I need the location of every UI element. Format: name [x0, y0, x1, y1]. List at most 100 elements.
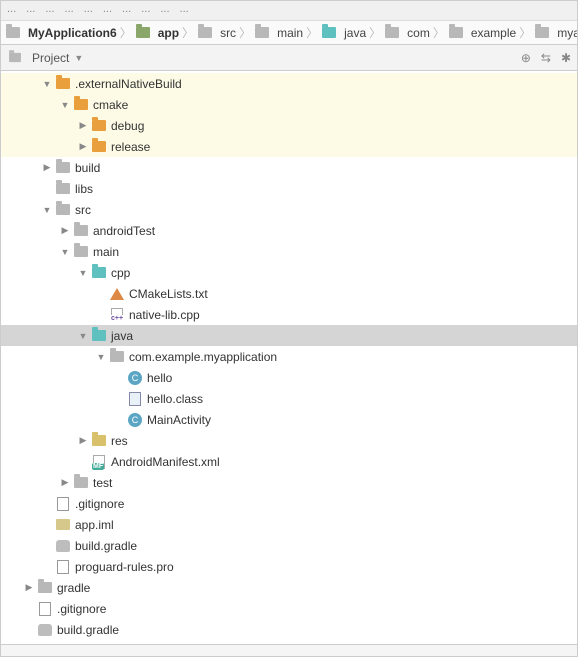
- project-view-icon: [7, 50, 23, 66]
- menu-item[interactable]: ...: [84, 3, 93, 18]
- bytecode-icon: [127, 391, 143, 407]
- tree-row[interactable]: ▶build.gradle: [1, 619, 577, 640]
- tree-row[interactable]: ▼ java: [1, 325, 577, 346]
- class-c-icon: C: [127, 412, 143, 428]
- status-bar: [1, 644, 577, 656]
- breadcrumb-label: src: [220, 26, 236, 40]
- tree-row[interactable]: ▶build.gradle: [1, 535, 577, 556]
- gradle-icon: [37, 622, 53, 638]
- tree-row[interactable]: ▶proguard-rules.pro: [1, 556, 577, 577]
- tree-row[interactable]: ▶ androidTest: [1, 220, 577, 241]
- chevron-down-icon[interactable]: ▼: [77, 267, 89, 279]
- folder-grey-icon: [73, 475, 89, 491]
- gear-icon[interactable]: ✱: [561, 51, 571, 65]
- folder-grey-icon: [109, 349, 125, 365]
- folder-grey-icon: [73, 223, 89, 239]
- chevron-right-icon[interactable]: ▶: [59, 225, 71, 237]
- tree-row[interactable]: ▼cmake: [1, 94, 577, 115]
- tree-row[interactable]: ▼ main: [1, 241, 577, 262]
- chevron-right-icon[interactable]: ▶: [59, 477, 71, 489]
- tree-row[interactable]: ▶.gitignore: [1, 598, 577, 619]
- tree-row[interactable]: ▼ .externalNativeBuild: [1, 73, 577, 94]
- menu-item[interactable]: ...: [160, 3, 169, 18]
- tree-label: app.iml: [75, 518, 114, 532]
- menu-item[interactable]: ...: [65, 3, 74, 18]
- menu-item[interactable]: ...: [45, 3, 54, 18]
- tree-row[interactable]: ▶MFAndroidManifest.xml: [1, 451, 577, 472]
- tree-row[interactable]: ▶CMainActivity: [1, 409, 577, 430]
- tree-label: .externalNativeBuild: [75, 77, 182, 91]
- tree-row[interactable]: ▶Chello: [1, 367, 577, 388]
- chevron-down-icon[interactable]: ▼: [77, 330, 89, 342]
- menu-item[interactable]: ...: [7, 3, 16, 18]
- chevron-right-icon: 〉: [433, 24, 445, 41]
- project-tree[interactable]: ▼ .externalNativeBuild ▼cmake ▶ debug ▶ releas…: [1, 71, 577, 644]
- chevron-right-icon: 〉: [369, 24, 381, 41]
- menu-item[interactable]: ...: [26, 3, 35, 18]
- tree-row[interactable]: ▶gradle: [1, 577, 577, 598]
- chevron-down-icon[interactable]: ▼: [41, 204, 53, 216]
- breadcrumb-item[interactable]: main: [254, 25, 303, 41]
- tree-row[interactable]: ▼cpp: [1, 262, 577, 283]
- menu-item[interactable]: ...: [141, 3, 150, 18]
- tree-label: java: [111, 329, 133, 343]
- tree-label: MainActivity: [147, 413, 211, 427]
- dropdown-icon[interactable]: ▼: [74, 53, 83, 63]
- class-c-icon: C: [127, 370, 143, 386]
- folder-grey-icon: [55, 181, 71, 197]
- folder-module-icon: [135, 25, 151, 41]
- tree-row[interactable]: ▶ release: [1, 136, 577, 157]
- tree-row[interactable]: ▶c++native-lib.cpp: [1, 304, 577, 325]
- target-icon[interactable]: ⊕: [521, 51, 531, 65]
- tree-row[interactable]: ▶hello.class: [1, 388, 577, 409]
- chevron-right-icon[interactable]: ▶: [77, 141, 89, 153]
- collapse-icon[interactable]: ⇆: [541, 51, 551, 65]
- menu-item[interactable]: ...: [122, 3, 131, 18]
- folder-grey-icon: [254, 25, 270, 41]
- breadcrumb-item[interactable]: app: [135, 25, 179, 41]
- menu-item[interactable]: ...: [103, 3, 112, 18]
- chevron-right-icon[interactable]: ▶: [77, 120, 89, 132]
- chevron-down-icon[interactable]: ▼: [41, 78, 53, 90]
- menu-bar[interactable]: ..............................: [1, 1, 577, 21]
- breadcrumb-item[interactable]: com: [384, 25, 430, 41]
- tree-label: main: [93, 245, 119, 259]
- breadcrumb-label: MyApplication6: [28, 26, 117, 40]
- breadcrumb-item[interactable]: java: [321, 25, 366, 41]
- tree-label: proguard-rules.pro: [75, 560, 174, 574]
- folder-cyan-icon: [91, 265, 107, 281]
- tree-row[interactable]: ▼src: [1, 199, 577, 220]
- tree-row[interactable]: ▶ res: [1, 430, 577, 451]
- tree-label: hello: [147, 371, 172, 385]
- breadcrumb-label: java: [344, 26, 366, 40]
- breadcrumb-item[interactable]: example: [448, 25, 516, 41]
- tree-row[interactable]: ▼com.example.myapplication: [1, 346, 577, 367]
- tree-label: androidTest: [93, 224, 155, 238]
- chevron-right-icon: 〉: [239, 24, 251, 41]
- folder-grey-icon: [55, 202, 71, 218]
- tree-label: debug: [111, 119, 144, 133]
- chevron-right-icon[interactable]: ▶: [77, 435, 89, 447]
- gitignore-icon: [55, 559, 71, 575]
- chevron-right-icon[interactable]: ▶: [41, 162, 53, 174]
- chevron-down-icon[interactable]: ▼: [59, 246, 71, 258]
- chevron-down-icon[interactable]: ▼: [59, 99, 71, 111]
- chevron-down-icon[interactable]: ▼: [95, 351, 107, 363]
- breadcrumb-item[interactable]: src: [197, 25, 236, 41]
- project-label[interactable]: Project: [32, 51, 69, 65]
- tree-label: .gitignore: [57, 602, 106, 616]
- tree-row[interactable]: ▶CMakeLists.txt: [1, 283, 577, 304]
- menu-item[interactable]: ...: [180, 3, 189, 18]
- tree-row[interactable]: ▶build: [1, 157, 577, 178]
- chevron-right-icon[interactable]: ▶: [23, 582, 35, 594]
- tree-row[interactable]: ▶test: [1, 472, 577, 493]
- breadcrumb-item[interactable]: myapplication: [534, 25, 577, 41]
- tree-label: res: [111, 434, 128, 448]
- tree-row[interactable]: ▶ debug: [1, 115, 577, 136]
- tree-label: release: [111, 140, 150, 154]
- tree-row[interactable]: ▶app.iml: [1, 514, 577, 535]
- gitignore-icon: [37, 601, 53, 617]
- breadcrumb-item[interactable]: MyApplication6: [5, 25, 117, 41]
- tree-row[interactable]: ▶libs: [1, 178, 577, 199]
- tree-row[interactable]: ▶.gitignore: [1, 493, 577, 514]
